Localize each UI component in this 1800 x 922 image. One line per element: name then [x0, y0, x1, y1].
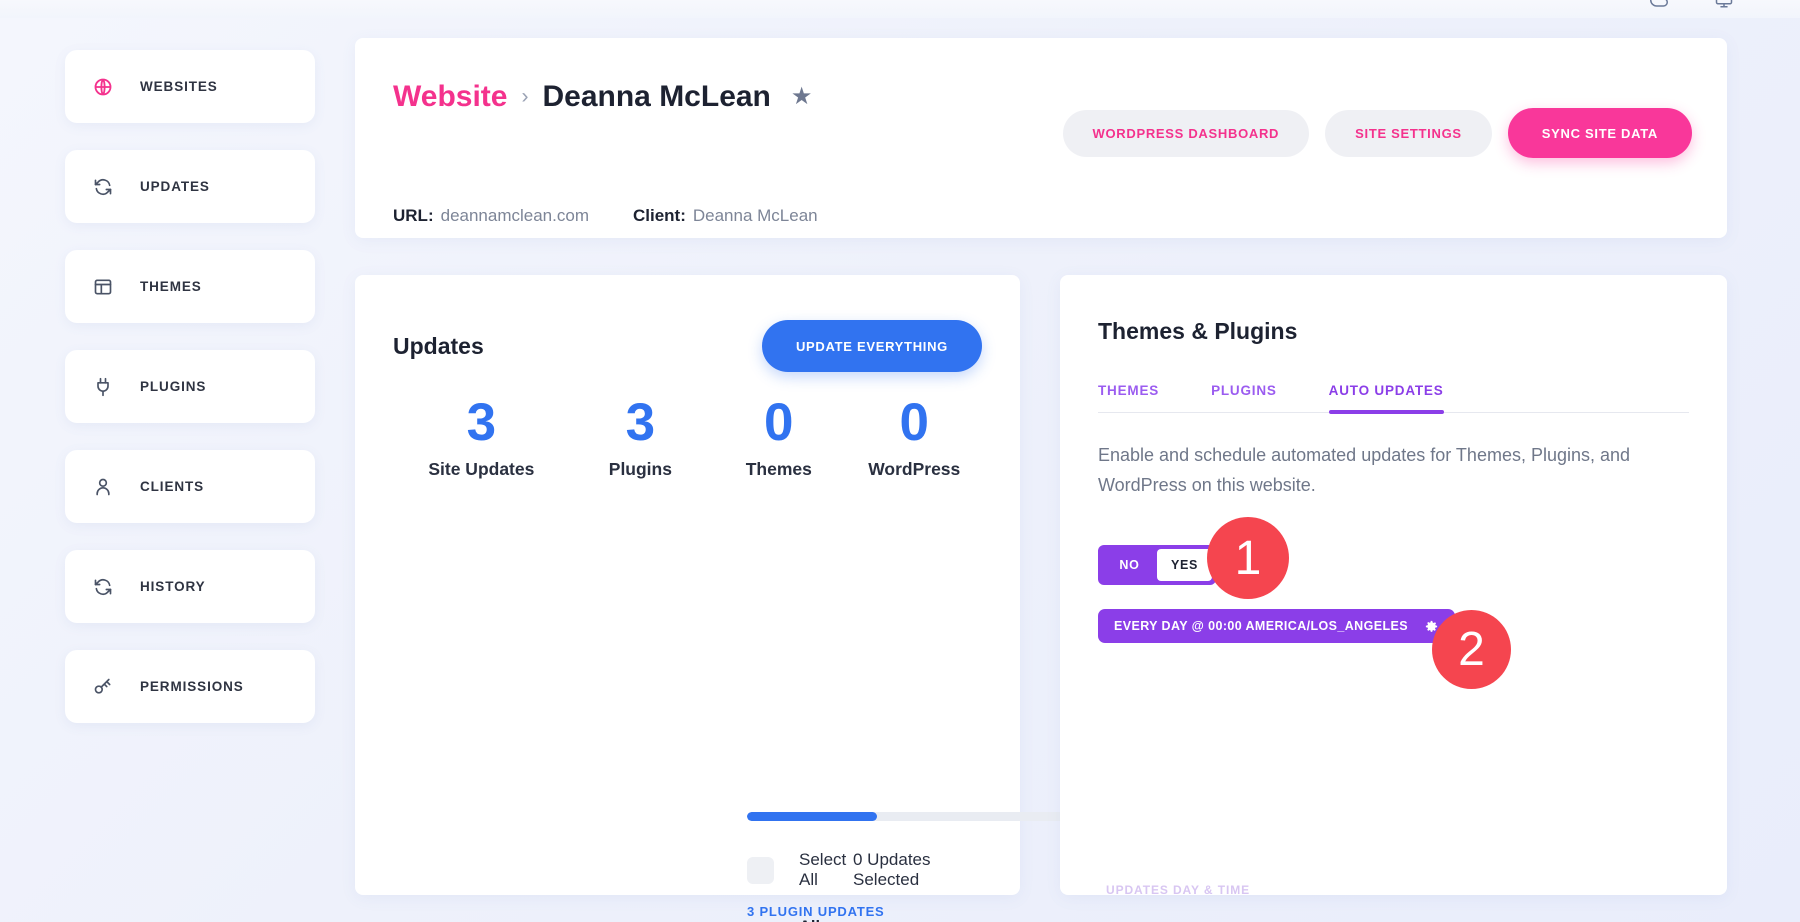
stat-value: 0 — [899, 393, 929, 452]
globe-icon — [92, 76, 114, 98]
stat-label: Plugins — [608, 458, 672, 479]
refresh-icon — [92, 176, 114, 198]
wordpress-dashboard-button[interactable]: WORDPRESS DASHBOARD — [1062, 109, 1310, 157]
select-all-row: Select All 0 Updates Selected — [747, 850, 982, 890]
site-url: URL: deannamclean.com — [393, 206, 589, 226]
refresh-icon — [92, 576, 114, 598]
stat-wordpress: 0 WordPress — [847, 395, 982, 480]
breadcrumb-root-link[interactable]: Website — [393, 80, 507, 114]
callout-badge-1: 1 — [1207, 517, 1289, 599]
themes-plugins-title: Themes & Plugins — [1098, 318, 1298, 344]
sidebar-item-updates[interactable]: UPDATES — [65, 150, 315, 223]
schedule-value: EVERY DAY @ 00:00 AMERICA/LOS_ANGELES — [1114, 619, 1408, 633]
sidebar-item-label: UPDATES — [140, 179, 210, 194]
updates-stats: 3 Site Updates 3 Plugins 0 Themes 0 Word… — [393, 395, 982, 480]
site-meta: URL: deannamclean.com Client: Deanna McLea… — [393, 206, 818, 226]
stat-themes: 0 Themes — [711, 395, 846, 480]
key-icon — [92, 676, 114, 698]
update-everything-button[interactable]: UPDATE EVERYTHING — [761, 320, 982, 372]
sidebar-item-clients[interactable]: CLIENTS — [65, 450, 315, 523]
plug-icon — [92, 376, 114, 398]
tab-auto-updates[interactable]: AUTO UPDATES — [1328, 383, 1444, 414]
app-root: WEBSITES UPDATES THEMES PLUGINS CLIENTS … — [0, 0, 1800, 922]
updates-selected-count: 0 Updates Selected — [853, 850, 931, 889]
breadcrumb: Website › Deanna McLean ★ — [393, 80, 812, 114]
updates-card-header: Updates UPDATE EVERYTHING — [393, 320, 982, 372]
auto-updates-toggle[interactable]: NO YES — [1098, 545, 1216, 585]
updates-progress-fill — [747, 812, 878, 821]
sidebar-item-label: CLIENTS — [140, 479, 205, 494]
stat-value: 3 — [466, 393, 497, 452]
schedule-pill[interactable]: EVERY DAY @ 00:00 AMERICA/LOS_ANGELES — [1098, 609, 1455, 643]
plugin-name: All in One SEO — [799, 918, 834, 922]
page-title: Deanna McLean — [542, 80, 771, 113]
layout-icon — [92, 276, 114, 298]
themes-plugins-tabs: THEMES PLUGINS AUTO UPDATES — [1098, 383, 1689, 414]
tab-themes[interactable]: THEMES — [1098, 383, 1159, 412]
favorite-star-icon[interactable]: ★ — [791, 85, 813, 109]
sidebar-item-label: HISTORY — [140, 579, 206, 594]
sidebar: WEBSITES UPDATES THEMES PLUGINS CLIENTS … — [65, 50, 315, 750]
site-client-label: Client: — [632, 206, 686, 225]
chevron-right-icon: › — [521, 85, 529, 108]
user-icon — [92, 476, 114, 498]
sidebar-item-themes[interactable]: THEMES — [65, 250, 315, 323]
site-url-value[interactable]: deannamclean.com — [441, 206, 589, 225]
site-settings-button[interactable]: SITE SETTINGS — [1325, 109, 1492, 157]
site-client: Client: Deanna McLean — [633, 206, 818, 226]
monitor-icon[interactable] — [1713, 0, 1735, 9]
stat-plugins: 3 Plugins — [570, 395, 711, 480]
stat-label: Themes — [745, 458, 812, 479]
sidebar-item-websites[interactable]: WEBSITES — [65, 50, 315, 123]
stat-label: Site Updates — [428, 458, 535, 479]
callout-badge-2: 2 — [1432, 610, 1511, 689]
sidebar-item-label: PLUGINS — [140, 379, 207, 394]
toggle-option-yes[interactable]: YES — [1157, 549, 1212, 581]
updates-title: Updates — [393, 332, 484, 359]
site-url-label: URL: — [393, 206, 434, 225]
site-header-card: Website › Deanna McLean ★ URL: deannamcle… — [355, 38, 1727, 238]
updates-card: Updates UPDATE EVERYTHING 3 Site Updates… — [355, 275, 1338, 922]
header-actions: WORDPRESS DASHBOARD SITE SETTINGS SYNC S… — [1062, 108, 1692, 158]
stat-value: 3 — [625, 393, 656, 452]
site-client-value[interactable]: Deanna McLean — [693, 206, 818, 225]
cloud-icon[interactable] — [1648, 0, 1670, 9]
stat-site-updates: 3 Site Updates — [393, 395, 570, 480]
themes-plugins-card: Themes & Plugins THEMES PLUGINS AUTO UPD… — [1060, 275, 1727, 897]
stat-value: 0 — [764, 393, 794, 452]
sidebar-item-plugins[interactable]: PLUGINS — [65, 350, 315, 423]
select-all-checkbox[interactable] — [747, 856, 774, 884]
sidebar-item-label: WEBSITES — [140, 79, 218, 94]
toggle-option-no[interactable]: NO — [1102, 549, 1157, 581]
sidebar-item-history[interactable]: HISTORY — [65, 550, 315, 623]
top-bar — [0, 0, 1800, 18]
schedule-section-label: UPDATES DAY & TIME — [1106, 883, 1250, 897]
auto-updates-description: Enable and schedule automated updates fo… — [1098, 445, 1631, 496]
sync-site-data-button[interactable]: SYNC SITE DATA — [1507, 108, 1692, 158]
select-all-label: Select All — [799, 850, 847, 889]
tab-plugins[interactable]: PLUGINS — [1211, 383, 1277, 412]
sidebar-item-label: THEMES — [140, 279, 202, 294]
stat-label: WordPress — [868, 458, 961, 479]
sidebar-item-label: PERMISSIONS — [140, 679, 244, 694]
sidebar-item-permissions[interactable]: PERMISSIONS — [65, 650, 315, 723]
